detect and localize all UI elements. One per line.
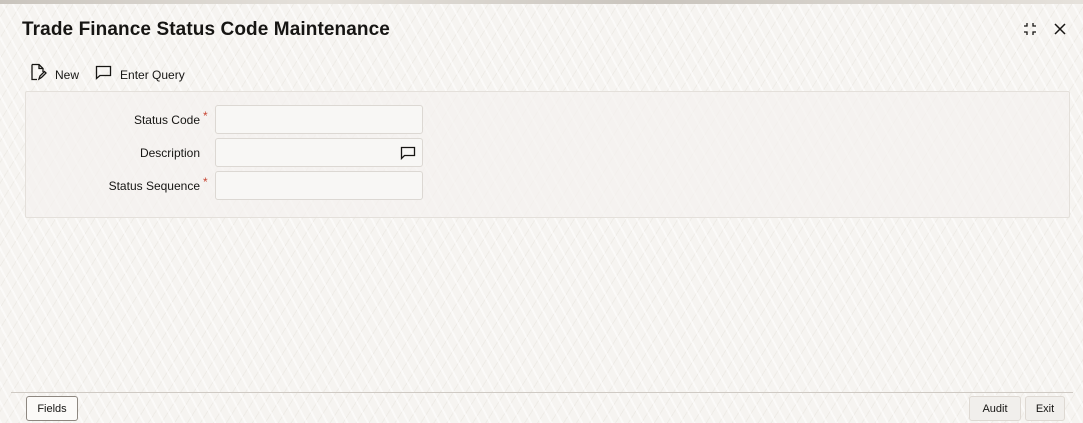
new-label: New xyxy=(55,67,80,82)
description-input[interactable] xyxy=(216,139,422,166)
exit-button[interactable]: Exit xyxy=(1025,396,1065,421)
required-indicator: * xyxy=(203,174,208,189)
enter-query-button[interactable]: Enter Query xyxy=(95,65,185,85)
audit-button[interactable]: Audit xyxy=(969,396,1021,421)
status-sequence-label: Status Sequence xyxy=(108,178,200,193)
description-row: Description xyxy=(26,138,423,167)
status-sequence-input[interactable] xyxy=(216,172,422,199)
status-code-label: Status Code xyxy=(133,112,200,127)
fields-button[interactable]: Fields xyxy=(26,396,78,421)
window-title: Trade Finance Status Code Maintenance xyxy=(22,19,390,40)
toolbar: New Enter Query xyxy=(29,63,201,86)
window-controls xyxy=(1021,20,1069,38)
status-code-input[interactable] xyxy=(216,106,422,133)
new-button[interactable]: New xyxy=(29,63,79,86)
new-document-icon xyxy=(29,63,47,86)
collapse-icon[interactable] xyxy=(1021,20,1039,38)
status-code-field[interactable] xyxy=(215,105,423,134)
description-label: Description xyxy=(139,145,200,160)
footer-bar: Fields Audit Exit xyxy=(11,392,1073,423)
message-bubble-icon xyxy=(95,65,112,85)
enter-query-label: Enter Query xyxy=(120,67,185,82)
status-code-row: Status Code * xyxy=(26,105,423,134)
message-bubble-icon[interactable] xyxy=(400,146,416,161)
close-icon[interactable] xyxy=(1051,20,1069,38)
required-indicator: * xyxy=(203,108,208,123)
form-panel: Status Code * Description Status Sequenc… xyxy=(25,91,1070,218)
status-sequence-row: Status Sequence * xyxy=(26,171,423,200)
description-field[interactable] xyxy=(215,138,423,167)
status-sequence-field[interactable] xyxy=(215,171,423,200)
header-decoration-strip xyxy=(0,0,1083,4)
